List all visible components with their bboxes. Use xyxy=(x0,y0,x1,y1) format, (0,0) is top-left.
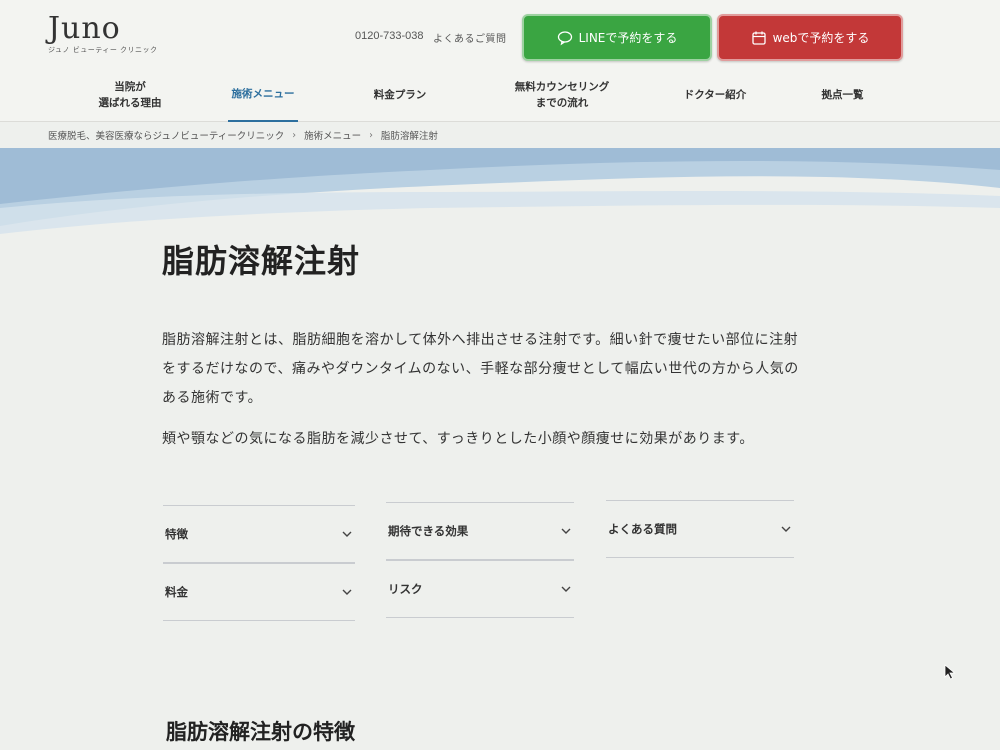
main-nav: 当院が 選ばれる理由 施術メニュー 料金プラン 無料カウンセリング までの流れ … xyxy=(0,68,1000,122)
logo-wordmark: Juno xyxy=(48,11,121,46)
phone-number[interactable]: 0120-733-038 xyxy=(355,30,424,42)
chevron-down-icon xyxy=(561,586,571,592)
breadcrumb: 医療脱毛、美容医療ならジュノビューティークリニック › 施術メニュー › 脂肪溶… xyxy=(48,128,438,143)
site-header: Juno ジュノ ビューティー クリニック 0120-733-038 よくあるご… xyxy=(0,0,1000,68)
accordion-effects[interactable]: 期待できる効果 xyxy=(386,502,574,560)
breadcrumb-current: 脂肪溶解注射 xyxy=(380,131,438,142)
chevron-down-icon xyxy=(561,528,571,534)
nav-item-pricing[interactable]: 料金プラン xyxy=(345,68,455,122)
site-logo[interactable]: Juno ジュノ ビューティー クリニック xyxy=(48,14,158,55)
mouse-pointer-icon xyxy=(944,664,956,680)
accordion-label: 期待できる効果 xyxy=(388,524,469,538)
nav-item-menu[interactable]: 施術メニュー xyxy=(228,68,298,122)
chevron-down-icon xyxy=(342,531,352,537)
breadcrumb-separator: › xyxy=(292,129,297,141)
accordion-label: よくある質問 xyxy=(608,522,677,536)
breadcrumb-home[interactable]: 医療脱毛、美容医療ならジュノビューティークリニック xyxy=(48,128,284,142)
accordion-risks[interactable]: リスク xyxy=(386,560,574,618)
line-reserve-label: LINEで予約をする xyxy=(578,31,678,45)
accordion-label: 特徴 xyxy=(165,527,188,541)
nav-item-counseling[interactable]: 無料カウンセリング までの流れ xyxy=(492,68,632,122)
accordion-faq[interactable]: よくある質問 xyxy=(606,500,794,558)
nav-item-locations[interactable]: 拠点一覧 xyxy=(795,68,890,122)
chat-bubble-icon xyxy=(557,30,572,45)
intro-paragraph: 脂肪溶解注射とは、脂肪細胞を溶かして体外へ排出させる注射です。細い針で痩せたい部… xyxy=(162,332,799,406)
line-reserve-button[interactable]: LINEで予約をする xyxy=(522,14,712,61)
accordion-label: 料金 xyxy=(165,585,188,599)
section-title-features: 脂肪溶解注射の特徴 xyxy=(166,719,355,744)
web-reserve-button[interactable]: webで予約をする xyxy=(717,14,903,61)
logo-subtitle: ジュノ ビューティー クリニック xyxy=(48,46,158,54)
calendar-icon xyxy=(751,31,766,45)
chevron-down-icon xyxy=(781,526,791,532)
chevron-down-icon xyxy=(342,589,352,595)
page-title: 脂肪溶解注射 xyxy=(162,242,361,280)
nav-item-doctors[interactable]: ドクター紹介 xyxy=(660,68,770,122)
breadcrumb-separator: › xyxy=(369,129,373,141)
web-reserve-label: webで予約をする xyxy=(772,31,870,45)
faq-link[interactable]: よくあるご質問 xyxy=(433,30,507,45)
accordion-pricing[interactable]: 料金 xyxy=(163,563,355,621)
breadcrumb-menu[interactable]: 施術メニュー xyxy=(304,128,361,142)
nav-item-reasons[interactable]: 当院が 選ばれる理由 xyxy=(70,68,190,122)
wave-banner xyxy=(0,148,1000,234)
accordion-features[interactable]: 特徴 xyxy=(163,505,355,563)
intro-paragraph-secondary: 頬や顎などの気になる脂肪を減少させて、すっきりとした小顔や顔痩せに効果があります… xyxy=(162,431,754,447)
accordion-label: リスク xyxy=(388,582,423,596)
